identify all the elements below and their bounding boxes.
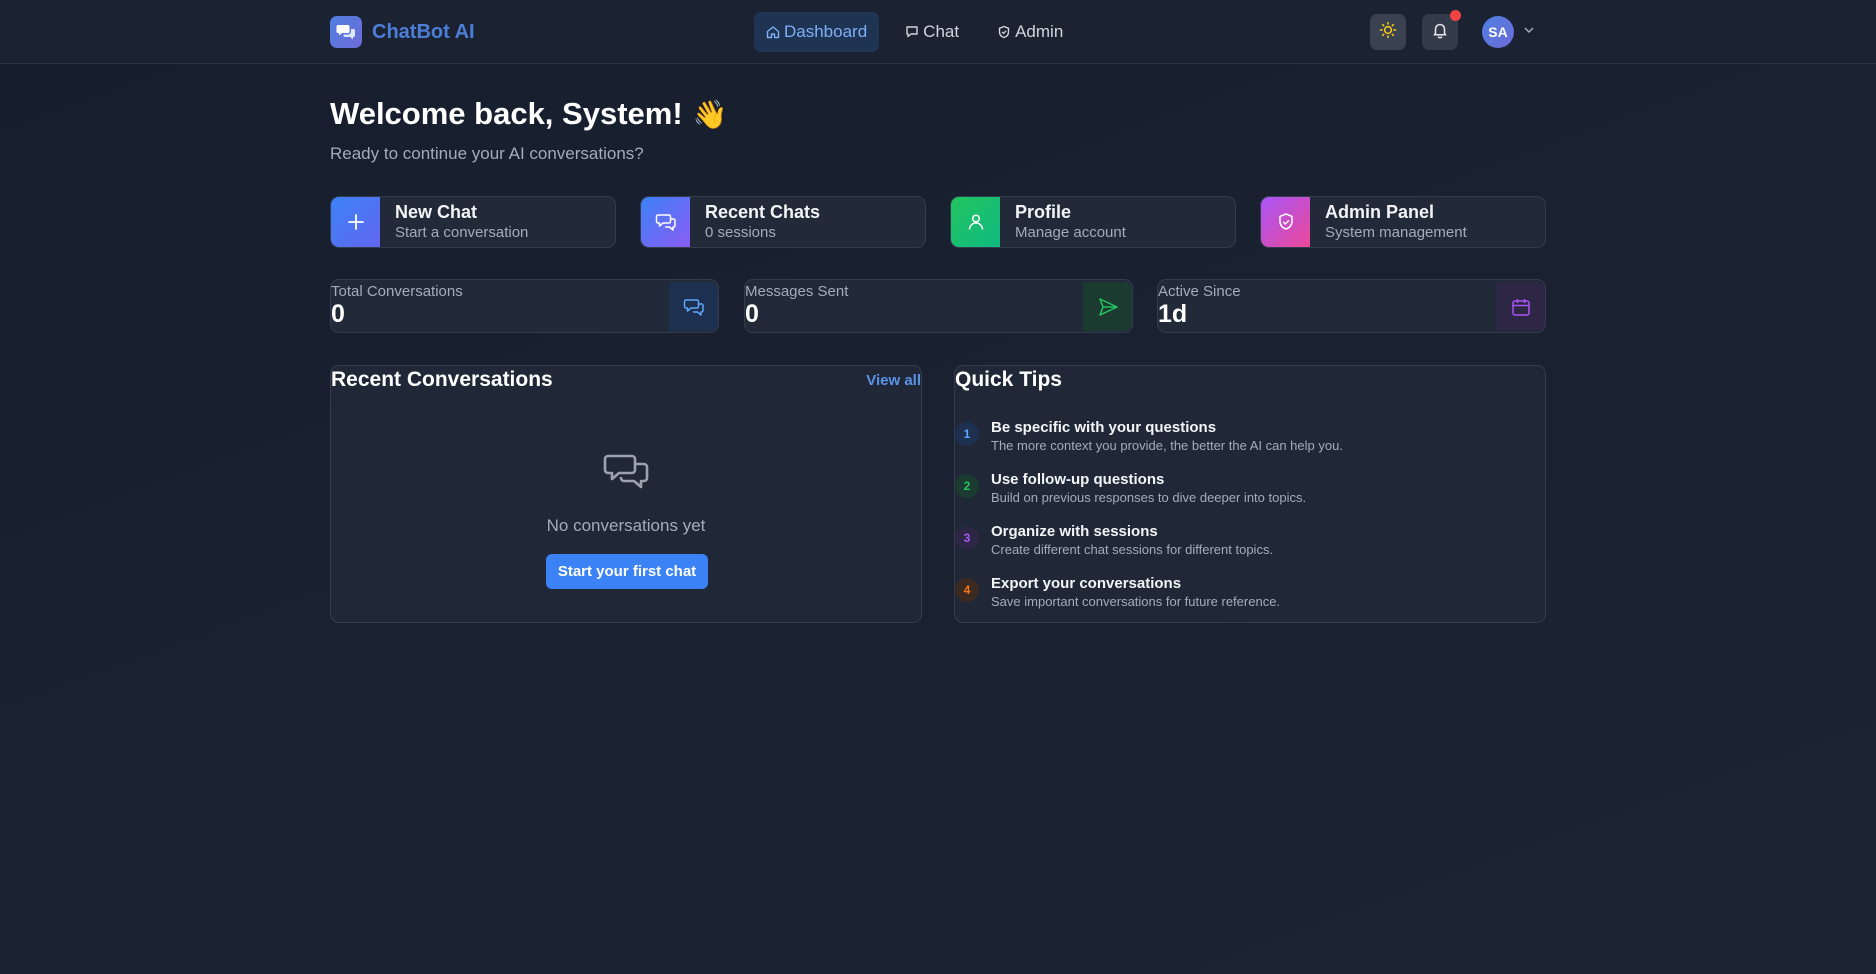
stat-label: Active Since — [1158, 283, 1241, 300]
recent-chats-card[interactable]: Recent Chats 0 sessions — [640, 196, 926, 248]
stat-active-since: Active Since 1d — [1157, 279, 1546, 333]
tip-description: Build on previous responses to dive deep… — [991, 490, 1307, 505]
tip-description: Create different chat sessions for diffe… — [991, 542, 1274, 557]
chevron-down-icon — [1522, 23, 1536, 42]
recent-conversations-title: Recent Conversations — [331, 368, 553, 391]
recent-conversations-panel: Recent Conversations View all No convers… — [330, 365, 922, 623]
tip-title: Export your conversations — [991, 575, 1182, 592]
chat-icon — [669, 282, 718, 331]
tip-number: 1 — [955, 422, 979, 446]
tip-description: The more context you provide, the better… — [991, 438, 1343, 453]
shield-icon — [997, 25, 1011, 39]
main-nav: Dashboard Chat Admin — [754, 12, 1075, 52]
user-menu[interactable]: SA — [1482, 16, 1536, 48]
notification-badge — [1450, 10, 1461, 21]
tip-item: 2 Use follow-up questions Build on previ… — [955, 471, 1306, 507]
brand-name: ChatBot AI — [372, 20, 475, 43]
welcome-subtitle: Ready to continue your AI conversations? — [330, 144, 644, 163]
avatar: SA — [1482, 16, 1514, 48]
nav-dashboard-label: Dashboard — [784, 22, 868, 41]
chat-icon — [905, 25, 919, 39]
tip-item: 4 Export your conversations Save importa… — [955, 575, 1280, 611]
profile-subtitle: Manage account — [1015, 224, 1126, 241]
user-icon — [951, 197, 1000, 247]
recent-chats-title: Recent Chats — [705, 202, 821, 222]
admin-panel-title: Admin Panel — [1325, 202, 1435, 222]
tip-item: 1 Be specific with your questions The mo… — [955, 419, 1343, 455]
theme-toggle-button[interactable] — [1370, 14, 1406, 50]
quick-tips-panel: Quick Tips 1 Be specific with your quest… — [954, 365, 1546, 623]
top-navbar: ChatBot AI Dashboard Chat Admin SA — [0, 0, 1876, 64]
new-chat-subtitle: Start a conversation — [395, 224, 529, 241]
plus-icon — [331, 197, 380, 247]
stat-total-conversations: Total Conversations 0 — [330, 279, 719, 333]
start-first-chat-button[interactable]: Start your first chat — [546, 554, 708, 589]
nav-chat-label: Chat — [923, 22, 960, 41]
stat-value: 1d — [1158, 300, 1188, 328]
stat-messages-sent: Messages Sent 0 — [744, 279, 1133, 333]
nav-dashboard[interactable]: Dashboard — [754, 12, 880, 52]
tip-description: Save important conversations for future … — [991, 594, 1281, 609]
tip-title: Organize with sessions — [991, 523, 1158, 540]
new-chat-title: New Chat — [395, 202, 478, 222]
chatbot-logo-icon — [330, 16, 362, 48]
nav-admin-label: Admin — [1015, 22, 1064, 41]
admin-panel-subtitle: System management — [1325, 224, 1467, 241]
wave-emoji: 👋 — [692, 99, 728, 130]
profile-title: Profile — [1015, 202, 1072, 222]
nav-admin[interactable]: Admin — [985, 12, 1075, 52]
brand[interactable]: ChatBot AI — [330, 16, 475, 48]
send-icon — [1083, 282, 1132, 331]
nav-chat[interactable]: Chat — [893, 12, 971, 52]
calendar-icon — [1496, 282, 1545, 331]
tip-title: Use follow-up questions — [991, 471, 1165, 488]
tip-item: 3 Organize with sessions Create differen… — [955, 523, 1273, 559]
welcome-title: Welcome back, System! 👋 — [330, 96, 728, 132]
stat-value: 0 — [331, 300, 345, 328]
welcome-title-text: Welcome back, System! — [330, 96, 683, 131]
quick-tips-title: Quick Tips — [955, 368, 1062, 391]
view-all-link[interactable]: View all — [866, 372, 921, 389]
chat-icon — [641, 197, 690, 247]
tip-number: 3 — [955, 526, 979, 550]
empty-state-text: No conversations yet — [546, 516, 706, 535]
home-icon — [766, 25, 780, 39]
stat-label: Messages Sent — [745, 283, 849, 300]
bell-icon — [1431, 21, 1449, 44]
tip-number: 2 — [955, 474, 979, 498]
shield-icon — [1261, 197, 1310, 247]
tip-title: Be specific with your questions — [991, 419, 1217, 436]
tip-number: 4 — [955, 578, 979, 602]
stat-label: Total Conversations — [331, 283, 463, 300]
stat-value: 0 — [745, 300, 759, 328]
sun-icon — [1379, 21, 1397, 44]
admin-panel-card[interactable]: Admin Panel System management — [1260, 196, 1546, 248]
chat-bubbles-icon — [603, 452, 649, 501]
recent-chats-subtitle: 0 sessions — [705, 224, 776, 241]
new-chat-card[interactable]: New Chat Start a conversation — [330, 196, 616, 248]
profile-card[interactable]: Profile Manage account — [950, 196, 1236, 248]
notifications-button[interactable] — [1422, 10, 1461, 50]
